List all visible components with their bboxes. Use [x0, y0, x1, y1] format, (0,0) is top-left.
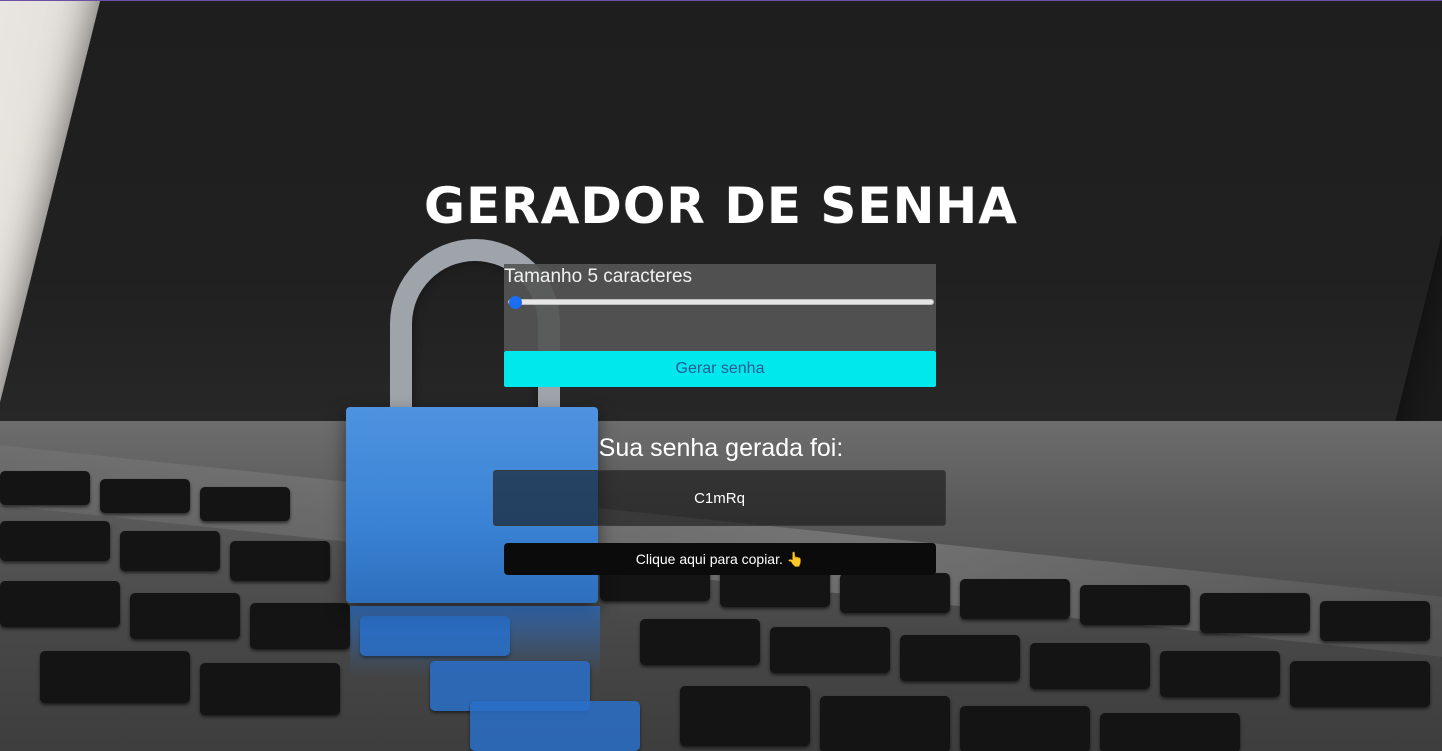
page-title: GERADOR DE SENHA	[424, 177, 1018, 235]
copy-password-button[interactable]: Clique aqui para copiar. 👆	[504, 543, 936, 575]
keyboard-key	[680, 686, 810, 746]
length-value: 5	[587, 266, 599, 287]
length-label-prefix: Tamanho	[504, 266, 588, 287]
keyboard-key	[200, 487, 290, 521]
keyboard-key	[770, 627, 890, 673]
keyboard-key	[230, 541, 330, 581]
length-label: Tamanho 5 caracteres	[504, 266, 692, 288]
result-title: Sua senha gerada foi:	[598, 434, 844, 462]
keyboard-key	[1030, 643, 1150, 689]
keyboard-key	[120, 531, 220, 571]
keyboard-key	[1200, 593, 1310, 633]
keyboard-key	[1160, 651, 1280, 697]
length-slider-thumb[interactable]	[509, 296, 522, 309]
length-panel: Tamanho 5 caracteres	[504, 264, 936, 351]
keyboard-key	[200, 663, 340, 715]
keyboard-key	[130, 593, 240, 639]
keyboard-key	[960, 706, 1090, 751]
keyboard-key	[0, 471, 90, 505]
keyboard-key	[40, 651, 190, 703]
keyboard-key	[470, 701, 640, 751]
padlock-reflection	[350, 606, 600, 676]
length-label-suffix: caracteres	[598, 266, 693, 287]
password-text: C1mRq	[694, 489, 745, 507]
keyboard-key	[0, 521, 110, 561]
keyboard-key	[640, 619, 760, 665]
keyboard-key	[0, 581, 120, 627]
keyboard-key	[1080, 585, 1190, 625]
keyboard-key	[1290, 661, 1430, 707]
keyboard-key	[900, 635, 1020, 681]
keyboard-key	[100, 479, 190, 513]
length-slider[interactable]	[508, 296, 934, 309]
keyboard-key	[820, 696, 950, 751]
generated-password[interactable]: C1mRq	[493, 470, 946, 526]
keyboard-key	[1100, 713, 1240, 751]
keyboard-key	[960, 579, 1070, 619]
keyboard-key	[840, 573, 950, 613]
generate-password-button[interactable]: Gerar senha	[504, 351, 936, 387]
laptop-screen	[0, 1, 1442, 481]
keyboard-key	[1320, 601, 1430, 641]
keyboard-key	[250, 603, 350, 649]
